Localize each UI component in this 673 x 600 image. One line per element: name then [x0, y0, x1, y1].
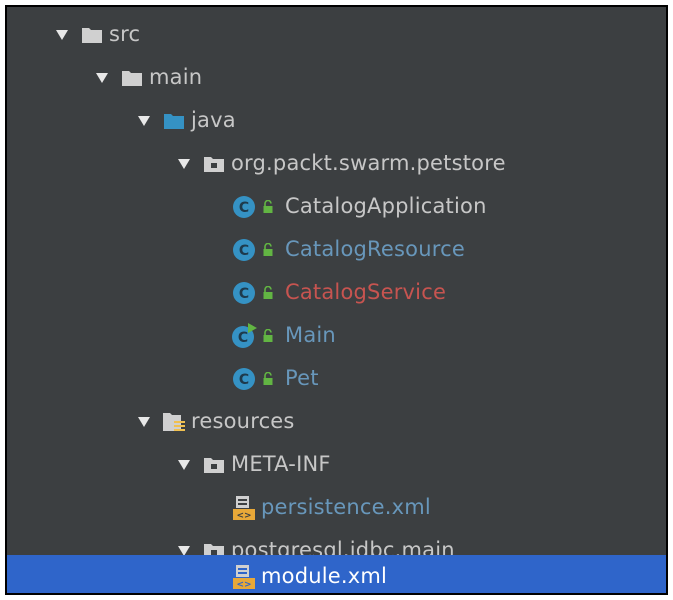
project-tree-panel: src main java org.packt.swarm.petstore C… — [5, 5, 668, 595]
tree-item-label: src — [109, 22, 141, 46]
public-access-icon — [261, 328, 275, 344]
tree-item-meta-inf[interactable]: META-INF — [7, 443, 666, 486]
tree-item-label: Pet — [285, 366, 319, 390]
tree-item-label: CatalogService — [285, 280, 447, 304]
tree-item-main-class[interactable]: C Main — [7, 314, 666, 357]
svg-text:C: C — [239, 200, 249, 216]
tree-item-main[interactable]: main — [7, 56, 666, 99]
tree-item-label: persistence.xml — [261, 495, 431, 519]
tree-item-java[interactable]: java — [7, 99, 666, 142]
tree-item-label: module.xml — [261, 564, 388, 588]
expand-arrow-icon[interactable] — [173, 142, 195, 185]
svg-text:C: C — [238, 330, 248, 346]
package-icon — [201, 452, 227, 478]
tree-item-package-petstore[interactable]: org.packt.swarm.petstore — [7, 142, 666, 185]
public-access-icon — [261, 371, 275, 387]
tree-item-label: Main — [285, 323, 336, 347]
expand-arrow-icon[interactable] — [133, 400, 155, 443]
class-icon: C — [231, 280, 257, 306]
class-icon: C — [231, 237, 257, 263]
xml-file-icon: <> — [231, 564, 257, 590]
svg-text:C: C — [239, 372, 249, 388]
expand-arrow-icon[interactable] — [91, 56, 113, 99]
folder-icon — [79, 22, 105, 48]
runnable-class-icon: C — [231, 322, 257, 349]
public-access-icon — [261, 199, 275, 215]
tree-item-label: CatalogResource — [285, 237, 465, 261]
tree-item-catalog-resource[interactable]: C CatalogResource — [7, 228, 666, 271]
tree-item-resources[interactable]: resources — [7, 400, 666, 443]
svg-text:C: C — [239, 286, 249, 302]
expand-arrow-icon[interactable] — [51, 13, 73, 56]
tree-item-label: main — [149, 65, 203, 89]
expand-arrow-icon[interactable] — [173, 443, 195, 486]
tree-item-catalog-application[interactable]: C CatalogApplication — [7, 185, 666, 228]
tree-item-pet[interactable]: C Pet — [7, 357, 666, 400]
tree-item-persistence-xml[interactable]: <> persistence.xml — [7, 486, 666, 529]
svg-text:<>: <> — [236, 580, 251, 589]
public-access-icon — [261, 285, 275, 301]
svg-text:C: C — [239, 243, 249, 259]
tree-item-module-xml[interactable]: <> module.xml — [7, 555, 666, 593]
resources-folder-icon — [161, 409, 187, 435]
class-icon: C — [231, 194, 257, 220]
tree-item-label: org.packt.swarm.petstore — [231, 151, 506, 175]
expand-arrow-icon[interactable] — [133, 99, 155, 142]
package-icon — [201, 151, 227, 177]
tree-item-label: CatalogApplication — [285, 194, 487, 218]
svg-text:<>: <> — [236, 511, 251, 520]
class-icon: C — [231, 366, 257, 392]
tree-item-label: META-INF — [231, 452, 331, 476]
public-access-icon — [261, 242, 275, 258]
tree-item-catalog-service[interactable]: C CatalogService — [7, 271, 666, 314]
source-folder-icon — [161, 108, 187, 134]
tree-item-src[interactable]: src — [7, 13, 666, 56]
tree-item-label: resources — [191, 409, 295, 433]
folder-icon — [119, 65, 145, 91]
xml-file-icon: <> — [231, 495, 257, 521]
tree-item-label: java — [191, 108, 236, 132]
